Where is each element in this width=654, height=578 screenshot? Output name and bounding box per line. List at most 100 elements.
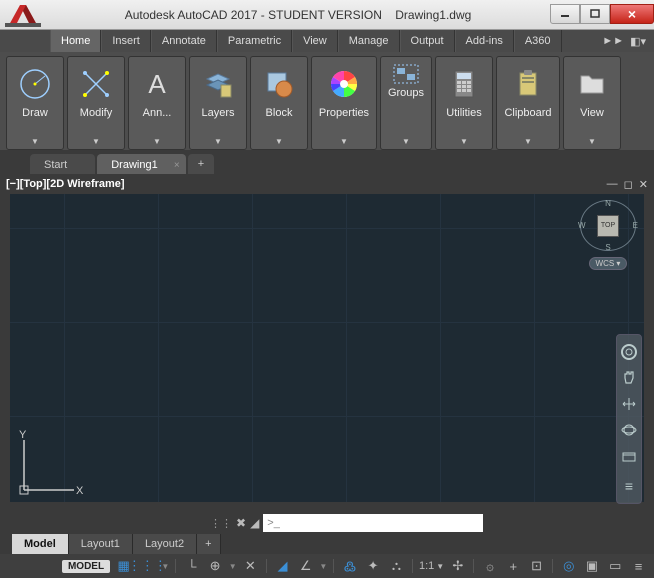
tab-a360[interactable]: A360 [514, 30, 562, 52]
minimize-button[interactable] [550, 4, 580, 24]
tab-addins[interactable]: Add-ins [455, 30, 514, 52]
customize-statusbar-icon[interactable]: ≡ [629, 557, 648, 575]
layouttab-layout2[interactable]: Layout2 [133, 534, 197, 554]
new-tab-button[interactable]: + [188, 154, 214, 174]
maximize-button[interactable] [580, 4, 610, 24]
chevron-down-icon[interactable]: ▼ [31, 137, 39, 146]
full-nav-wheel-icon[interactable] [618, 340, 640, 364]
wcs-badge[interactable]: WCS ▾ [589, 257, 628, 270]
model-paper-toggle[interactable]: MODEL [62, 560, 110, 573]
annotation-scale[interactable]: 1:1▼ [419, 560, 444, 572]
chevron-down-icon[interactable]: ▼ [460, 137, 468, 146]
compass-w[interactable]: W [578, 221, 586, 230]
panel-label: Layers [197, 105, 238, 119]
tab-parametric[interactable]: Parametric [217, 30, 292, 52]
tab-insert[interactable]: Insert [101, 30, 151, 52]
panel-clipboard[interactable]: Clipboard ▼ [496, 56, 560, 150]
chevron-down-icon[interactable]: ▼ [588, 137, 596, 146]
tab-manage[interactable]: Manage [338, 30, 400, 52]
ribbon-expand-icon[interactable]: ◧▾ [630, 35, 646, 48]
view-cube[interactable]: N S E W TOP WCS ▾ [580, 200, 636, 270]
model-space[interactable] [10, 194, 644, 502]
panel-label: Utilities [442, 105, 485, 119]
file-name-text: Drawing1.dwg [395, 8, 471, 22]
tab-home[interactable]: Home [50, 30, 101, 52]
tab-annotate[interactable]: Annotate [151, 30, 217, 52]
3dosnap-icon[interactable]: ∠ [296, 557, 315, 575]
chevron-down-icon[interactable]: ▼ [92, 137, 100, 146]
cmd-recent-icon[interactable]: ✖ [236, 516, 246, 530]
panel-label: Properties [315, 105, 373, 119]
chevron-down-icon[interactable]: ▼ [153, 137, 161, 146]
command-line-row: ⋮⋮ ✖ ◢ >_ [0, 512, 654, 534]
command-input-wrap[interactable]: >_ [263, 514, 483, 532]
navigation-bar: ≡ [616, 334, 642, 504]
compass-n[interactable]: N [605, 199, 611, 208]
chevron-down-icon[interactable]: ▼ [402, 137, 410, 146]
panel-layers[interactable]: Layers ▼ [189, 56, 247, 150]
compass-e[interactable]: E [633, 221, 638, 230]
ortho-icon[interactable]: └ [182, 557, 201, 575]
viewport-maximize-icon[interactable]: ◻ [624, 178, 633, 191]
featured-apps-icon[interactable]: ►► [602, 35, 624, 47]
snap-mode-icon[interactable]: ⋮⋮⋮ [137, 557, 157, 575]
navbar-menu-icon[interactable]: ≡ [618, 474, 640, 498]
panel-annotation[interactable]: A Ann... ▼ [128, 56, 186, 150]
chevron-down-icon[interactable]: ▼ [214, 137, 222, 146]
panel-block[interactable]: Block ▼ [250, 56, 308, 150]
panel-view[interactable]: View ▼ [563, 56, 621, 150]
pan-icon[interactable] [618, 366, 640, 390]
cmd-customize-icon[interactable]: ◢ [250, 516, 259, 530]
chevron-down-icon[interactable]: ▼ [275, 137, 283, 146]
layouttab-layout1[interactable]: Layout1 [69, 534, 133, 554]
viewport-minimize-icon[interactable]: — [607, 178, 618, 191]
zoom-extents-icon[interactable] [618, 392, 640, 416]
chevron-down-icon[interactable]: ▼ [340, 137, 348, 146]
close-button[interactable]: × [610, 4, 654, 24]
panel-label: View [576, 105, 608, 119]
chevron-down-icon[interactable]: ▼ [524, 137, 532, 146]
panel-utilities[interactable]: Utilities ▼ [435, 56, 493, 150]
transparency-icon[interactable]: ✦ [364, 557, 383, 575]
close-tab-icon[interactable]: × [174, 160, 180, 171]
app-title-text: Autodesk AutoCAD 2017 - STUDENT VERSION [125, 8, 382, 22]
tab-output[interactable]: Output [400, 30, 455, 52]
tab-view[interactable]: View [292, 30, 338, 52]
cleanscreen-icon[interactable]: ▭ [606, 557, 625, 575]
command-input[interactable] [284, 517, 479, 529]
osnap-icon[interactable]: ◢ [273, 557, 292, 575]
viewport-label[interactable]: [−][Top][2D Wireframe] [6, 178, 125, 190]
move-icon [79, 67, 113, 101]
workspace-icon[interactable]: ۞ [480, 557, 499, 575]
showmotion-icon[interactable] [618, 444, 640, 468]
isodraft-icon[interactable]: ✕ [241, 557, 260, 575]
window-controls: × [550, 6, 654, 24]
polar-icon[interactable]: ⊕ [205, 557, 224, 575]
annotation-monitor-icon[interactable]: + [504, 557, 523, 575]
compass-s[interactable]: S [605, 243, 610, 252]
title-bar: Autodesk AutoCAD 2017 - STUDENT VERSION … [0, 0, 654, 30]
panel-groups[interactable]: Groups ▼ [380, 56, 432, 150]
cycling-icon[interactable]: ⛬ [387, 557, 406, 575]
orbit-icon[interactable] [618, 418, 640, 442]
panel-modify[interactable]: Modify ▼ [67, 56, 125, 150]
calculator-icon [447, 67, 481, 101]
hardware-accel-icon[interactable]: ◎ [559, 557, 578, 575]
panel-draw[interactable]: Draw ▼ [6, 56, 64, 150]
clipboard-icon [511, 67, 545, 101]
app-logo[interactable] [0, 0, 46, 30]
file-tabs: Start Drawing1× + [0, 150, 654, 174]
viewport-close-icon[interactable]: ✕ [639, 178, 648, 191]
filetab-drawing1[interactable]: Drawing1× [97, 154, 185, 174]
filetab-start[interactable]: Start [30, 154, 95, 174]
units-icon[interactable]: ⊡ [527, 557, 546, 575]
cmd-grip-icon[interactable]: ⋮⋮ [210, 517, 232, 530]
annotation-visibility-icon[interactable]: ✢ [448, 557, 467, 575]
layouttab-model[interactable]: Model [12, 534, 69, 554]
add-layout-button[interactable]: + [197, 534, 220, 554]
ribbon: Draw ▼ Modify ▼ A Ann... ▼ Layers ▼ Bloc… [0, 52, 654, 150]
panel-properties[interactable]: Properties ▼ [311, 56, 377, 150]
lineweight-icon[interactable]: ߷ [340, 557, 359, 575]
viewcube-face[interactable]: TOP [597, 215, 619, 237]
isolate-icon[interactable]: ▣ [582, 557, 601, 575]
